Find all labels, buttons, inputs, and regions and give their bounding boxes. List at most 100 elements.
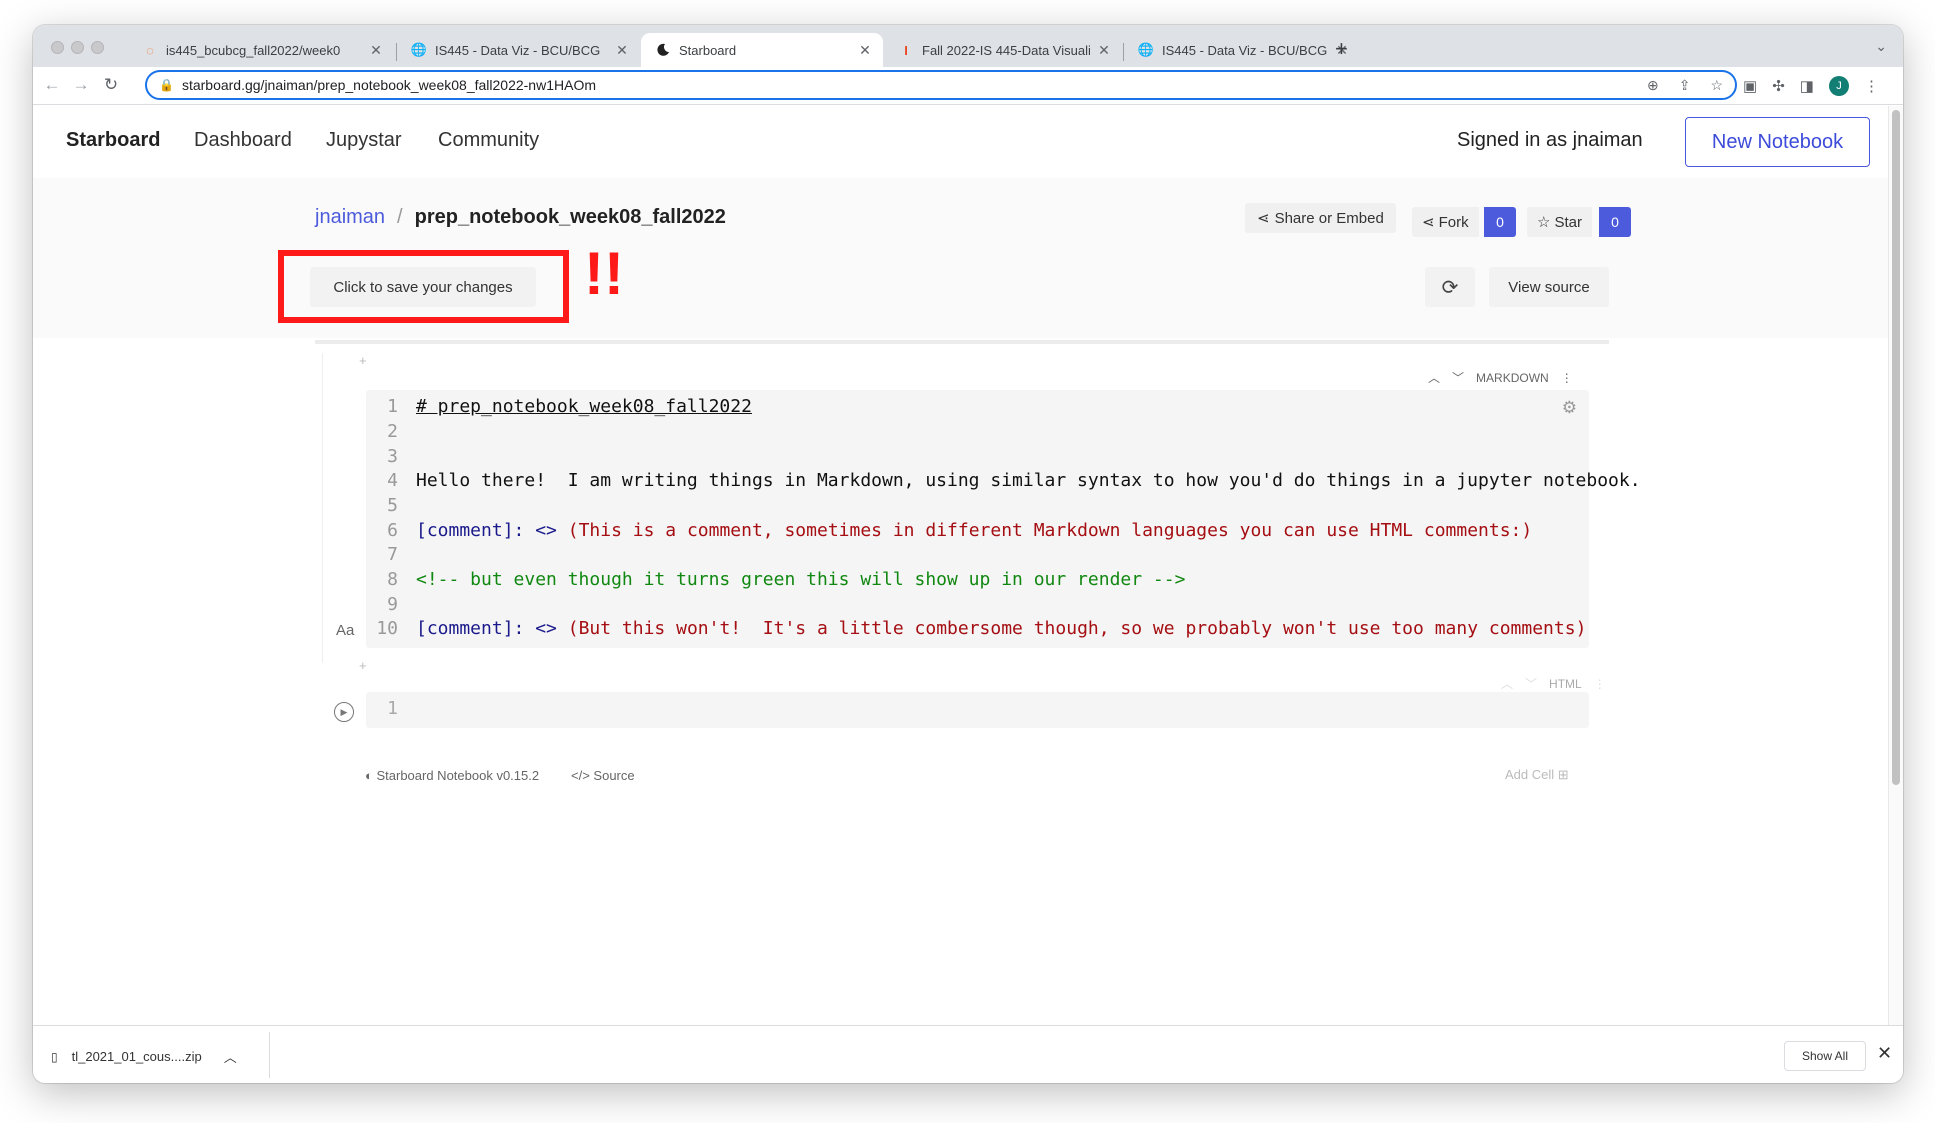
- tab-is445-1[interactable]: 🌐 IS445 - Data Viz - BCU/BCG ✕: [397, 33, 640, 67]
- view-source-button[interactable]: View source: [1489, 267, 1609, 307]
- html-cell-toolbar: ︿ ﹀ HTML ⋮: [1501, 675, 1606, 692]
- tab-strip: ◌ is445_bcubcg_fall2022/week0 ✕ 🌐 IS445 …: [33, 25, 1903, 67]
- new-notebook-button[interactable]: New Notebook: [1685, 117, 1870, 167]
- new-tab-button[interactable]: +: [1335, 36, 1348, 62]
- starboard-version: ◐ Starboard Notebook v0.15.2: [365, 768, 540, 783]
- file-icon: ▯: [51, 1049, 58, 1064]
- close-tab-icon[interactable]: ✕: [857, 42, 873, 59]
- tab-fall2022[interactable]: I Fall 2022-IS 445-Data Visualiz ✕: [884, 33, 1122, 67]
- close-icon[interactable]: ✕: [1877, 1043, 1892, 1064]
- share-icon[interactable]: ⇪: [1679, 77, 1691, 94]
- nav-jupystar[interactable]: Jupystar: [326, 129, 402, 152]
- code-line: 5: [387, 495, 398, 516]
- add-cell-button[interactable]: Add Cell ⊞: [1505, 767, 1569, 783]
- star-icon: ☆: [1537, 214, 1551, 231]
- move-down-chevron-icon[interactable]: ﹀: [1525, 675, 1537, 692]
- html-cell-editor[interactable]: 1: [366, 692, 1589, 728]
- insert-cell-plus-icon[interactable]: +: [359, 658, 367, 673]
- extension-icon[interactable]: ▣: [1743, 77, 1757, 95]
- browser-window: ◌ is445_bcubcg_fall2022/week0 ✕ 🌐 IS445 …: [33, 25, 1903, 1083]
- reload-icon[interactable]: ⟳: [1425, 267, 1475, 307]
- page-content: Starboard Dashboard Jupystar Community S…: [33, 106, 1888, 1025]
- source-link[interactable]: </> Source: [571, 768, 635, 783]
- share-icon: ⋖: [1257, 210, 1270, 227]
- puzzle-icon[interactable]: ✣: [1772, 77, 1785, 95]
- move-up-chevron-icon[interactable]: ︿: [1501, 675, 1513, 692]
- cell-menu-dots-icon[interactable]: ⋮: [1561, 371, 1573, 385]
- fork-count: 0: [1484, 207, 1516, 237]
- bookmark-star-icon[interactable]: ☆: [1710, 77, 1723, 94]
- site-nav: Starboard Dashboard Jupystar Community S…: [33, 106, 1888, 178]
- code-line: 1: [387, 698, 398, 719]
- move-up-chevron-icon[interactable]: ︿: [1428, 369, 1440, 386]
- fork-icon: ⋖: [1422, 214, 1435, 231]
- address-bar[interactable]: 🔒 starboard.gg/jnaiman/prep_notebook_wee…: [145, 70, 1737, 100]
- star-count: 0: [1599, 207, 1631, 237]
- code-line: 6 [comment]: <> (This is a comment, somet…: [387, 520, 1533, 541]
- download-item[interactable]: ▯ tl_2021_01_cous....zip ︿: [51, 1047, 237, 1066]
- code-icon: </>: [571, 768, 590, 783]
- code-line: 9: [387, 594, 398, 615]
- close-tab-icon[interactable]: ✕: [1096, 42, 1112, 59]
- tab-is445-2[interactable]: 🌐 IS445 - Data Viz - BCU/BCG ✕: [1124, 33, 1360, 67]
- download-bar: ▯ tl_2021_01_cous....zip ︿ Show All ✕: [33, 1025, 1903, 1083]
- illinois-icon: I: [904, 42, 908, 58]
- profile-avatar[interactable]: J: [1828, 76, 1849, 96]
- code-line: 10 [comment]: <> (But this won't! It's a …: [376, 618, 1587, 639]
- menu-dots-icon[interactable]: ⋮: [1864, 77, 1879, 95]
- zoom-icon[interactable]: ⊕: [1647, 77, 1659, 94]
- code-line: 4 Hello there! I am writing things in Mar…: [387, 470, 1641, 491]
- browser-toolbar: ← → ↻ 🔒 starboard.gg/jnaiman/prep_notebo…: [33, 67, 1903, 105]
- code-line: 7: [387, 544, 398, 565]
- cell-rail: [322, 353, 323, 663]
- code-line: 8 <!-- but even though it turns green thi…: [387, 569, 1186, 590]
- side-panel-icon[interactable]: ◨: [1800, 77, 1814, 95]
- zoom-window-button[interactable]: [91, 41, 104, 54]
- cell-type-label[interactable]: MARKDOWN: [1476, 371, 1549, 385]
- cell-menu-dots-icon[interactable]: ⋮: [1594, 677, 1606, 691]
- add-square-icon: ⊞: [1557, 767, 1569, 782]
- tab-jupyter[interactable]: ◌ is445_bcubcg_fall2022/week0 ✕: [128, 33, 394, 67]
- star-button[interactable]: ☆ Star: [1527, 207, 1592, 237]
- notebook-title: prep_notebook_week08_fall2022: [414, 206, 726, 228]
- nav-dashboard[interactable]: Dashboard: [194, 129, 292, 152]
- close-window-button[interactable]: [51, 41, 64, 54]
- lock-icon: 🔒: [159, 78, 174, 92]
- exclamation-annotation: !!: [584, 240, 624, 307]
- cell-type-label[interactable]: HTML: [1549, 677, 1582, 691]
- globe-icon: 🌐: [1137, 42, 1155, 57]
- tab-starboard[interactable]: Starboard ✕: [641, 33, 883, 67]
- share-embed-button[interactable]: ⋖ Share or Embed: [1245, 203, 1396, 233]
- fork-button[interactable]: ⋖ Fork: [1412, 207, 1479, 237]
- breadcrumb: jnaiman / prep_notebook_week08_fall2022: [315, 206, 726, 228]
- header-divider: [315, 340, 1609, 344]
- insert-cell-plus-icon[interactable]: +: [359, 353, 367, 368]
- tab-search-chevron-icon[interactable]: ⌄: [1875, 38, 1887, 55]
- code-line: 2: [387, 421, 398, 442]
- run-cell-icon[interactable]: ▶: [334, 702, 354, 722]
- move-down-chevron-icon[interactable]: ﹀: [1452, 369, 1464, 386]
- markdown-cell-toolbar: ︿ ﹀ MARKDOWN ⋮: [1428, 369, 1573, 386]
- brand-link[interactable]: Starboard: [66, 129, 160, 152]
- back-arrow-icon[interactable]: ←: [41, 74, 63, 96]
- highlight-box: [278, 250, 569, 323]
- forward-arrow-icon[interactable]: →: [70, 74, 92, 96]
- page-scrollbar-thumb[interactable]: [1892, 110, 1900, 785]
- show-all-button[interactable]: Show All: [1784, 1041, 1866, 1071]
- gear-icon[interactable]: ⚙: [1562, 398, 1577, 418]
- globe-icon: 🌐: [410, 42, 428, 57]
- signed-in-text: Signed in as jnaiman: [1457, 129, 1643, 151]
- reload-icon[interactable]: ↻: [100, 74, 122, 96]
- nav-community[interactable]: Community: [438, 129, 539, 152]
- jupyter-icon: ◌: [146, 42, 154, 58]
- close-tab-icon[interactable]: ✕: [614, 42, 630, 59]
- breadcrumb-user-link[interactable]: jnaiman: [315, 206, 385, 228]
- minimize-window-button[interactable]: [71, 41, 84, 54]
- markdown-toggle-aa[interactable]: Aa: [336, 622, 354, 639]
- close-tab-icon[interactable]: ✕: [368, 42, 384, 59]
- chevron-up-icon[interactable]: ︿: [224, 1047, 237, 1066]
- code-line: 1 # prep_notebook_week08_fall2022: [387, 396, 752, 417]
- code-line: 3: [387, 446, 398, 467]
- markdown-cell-editor[interactable]: ⚙ 1 # prep_notebook_week08_fall2022 2 3 4…: [366, 390, 1641, 648]
- moon-icon: [655, 42, 671, 58]
